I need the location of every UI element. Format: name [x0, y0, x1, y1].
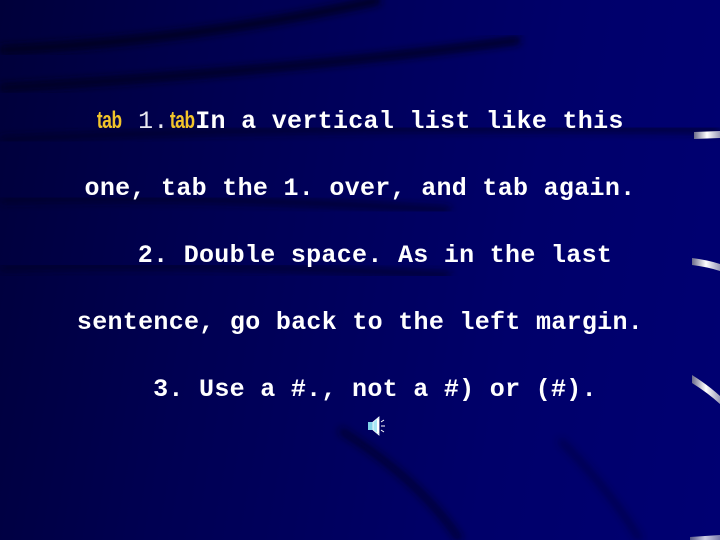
tab-marker: tab — [97, 107, 122, 134]
slide: tab 1.tabIn a vertical list like this on… — [0, 0, 720, 540]
list-line-2: one, tab the 1. over, and tab again. — [84, 174, 636, 203]
background-decoration — [0, 0, 720, 540]
speaker-icon[interactable] — [366, 414, 388, 438]
metal-swoosh — [690, 535, 720, 540]
streak — [558, 438, 643, 540]
list-number: 1. — [122, 107, 169, 136]
tab-marker: tab — [169, 107, 195, 134]
list-line-1: tab 1.tabIn a vertical list like this — [0, 107, 720, 136]
line-text: In a vertical list like this — [195, 107, 624, 136]
streak — [0, 0, 381, 54]
list-line-5: 3. Use a #., not a #) or (#). — [153, 375, 597, 404]
streak — [338, 427, 463, 540]
list-line-3: 2. Double space. As in the last — [137, 241, 613, 270]
list-line-4: sentence, go back to the left margin. — [76, 308, 644, 337]
